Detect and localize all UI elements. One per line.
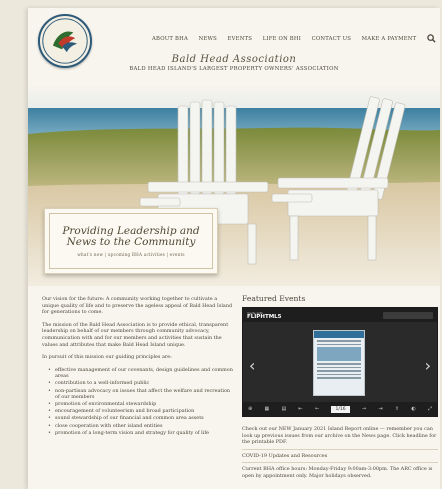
page: About BHA News Events Life on BHI Contac…: [28, 8, 440, 489]
list-item: promotion of environmental stewardship: [48, 401, 234, 408]
link-whats-new[interactable]: what's new: [77, 252, 103, 257]
first-page-icon[interactable]: ⇤: [299, 406, 303, 412]
news-item-office-hours: Current BHA office hours: Monday-Friday …: [242, 466, 433, 479]
back-icon[interactable]: ←: [315, 406, 319, 412]
principles-list: effective management of our covenants, d…: [48, 367, 234, 436]
news-item-covid[interactable]: COVID-19 Updates and Resources: [242, 450, 438, 464]
main-nav: About BHA News Events Life on BHI Contac…: [152, 34, 436, 43]
share-icon[interactable]: ⇪: [395, 406, 399, 412]
link-events[interactable]: events: [170, 252, 185, 257]
prev-page-icon[interactable]: ‹: [249, 356, 255, 375]
thumbnails-icon[interactable]: ▤: [282, 406, 287, 412]
featured-events-title: Featured Events: [242, 294, 306, 303]
viewer-search-input[interactable]: [383, 311, 433, 319]
banner-title-line1: Providing Leadership and: [62, 224, 200, 237]
brand-script-title: Bald Head Association: [171, 54, 297, 65]
search-icon[interactable]: [427, 34, 436, 43]
news-list: Check out our NEW January 2021 Island Re…: [242, 423, 438, 483]
next-page-icon[interactable]: ›: [425, 356, 431, 375]
vision-paragraph: Our vision for the future: A community w…: [42, 296, 233, 316]
principles-intro: In pursuit of this mission our guiding p…: [42, 354, 172, 361]
nav-make-payment[interactable]: Make a Payment: [362, 36, 417, 42]
fliphtml5-label: FLIPHTML5: [247, 314, 282, 320]
brand-heading: Bald Head Association Bald Head Island's…: [28, 54, 440, 72]
nav-about[interactable]: About BHA: [152, 36, 188, 42]
list-item: close cooperation with other island enti…: [48, 423, 234, 430]
page-indicator[interactable]: 1/16: [331, 405, 350, 413]
mission-paragraph: The mission of the Bald Head Association…: [42, 321, 229, 348]
fliphtml5-logo[interactable]: made with FLIPHTML5: [247, 311, 282, 320]
banner-links: what's new | upcoming BHA activities | e…: [77, 251, 185, 257]
forward-icon[interactable]: →: [362, 406, 366, 412]
nav-life-on-bhi[interactable]: Life on BHI: [263, 36, 301, 42]
link-upcoming-activities[interactable]: upcoming BHA activities: [108, 252, 165, 257]
viewer-topbar: made with FLIPHTML5: [243, 308, 437, 322]
sound-icon[interactable]: ◐: [411, 406, 415, 412]
flipbook-page-thumbnail[interactable]: [313, 330, 365, 396]
news-item-island-report[interactable]: Check out our NEW January 2021 Island Re…: [242, 423, 438, 450]
list-item: contribution to a well-informed public: [48, 380, 234, 387]
featured-column: Featured Events made with FLIPHTML5 ‹ › …: [242, 294, 438, 483]
tagline-banner: Providing Leadership and News to the Com…: [44, 208, 218, 274]
banner-title-line2: News to the Community: [66, 235, 196, 248]
fullscreen-icon[interactable]: ⤢: [428, 406, 432, 412]
nav-events[interactable]: Events: [228, 36, 253, 42]
zoom-icon[interactable]: ⊕: [248, 406, 252, 412]
flipbook-viewer[interactable]: made with FLIPHTML5 ‹ › ⊕ ▦ ▤ ⇤ ← 1/16 →…: [242, 307, 438, 417]
nav-news[interactable]: News: [199, 36, 217, 42]
last-page-icon[interactable]: ⇥: [378, 406, 382, 412]
brand-subtitle: Bald Head Island's Largest Property Owne…: [129, 66, 339, 72]
list-item: encouragement of volunteerism and broad …: [48, 408, 234, 415]
list-item: non-partisan advocacy on issues that aff…: [48, 388, 234, 401]
viewer-toolbar: ⊕ ▦ ▤ ⇤ ← 1/16 → ⇥ ⇪ ◐ ⤢: [243, 402, 437, 416]
nav-contact[interactable]: Contact Us: [312, 36, 351, 42]
list-item: promotion of a long-term vision and stra…: [48, 430, 234, 437]
grid-icon[interactable]: ▦: [264, 406, 269, 412]
list-item: effective management of our covenants, d…: [48, 367, 234, 380]
list-item: sound stewardship of our financial and c…: [48, 415, 234, 422]
mission-column: Our vision for the future: A community w…: [42, 296, 234, 437]
